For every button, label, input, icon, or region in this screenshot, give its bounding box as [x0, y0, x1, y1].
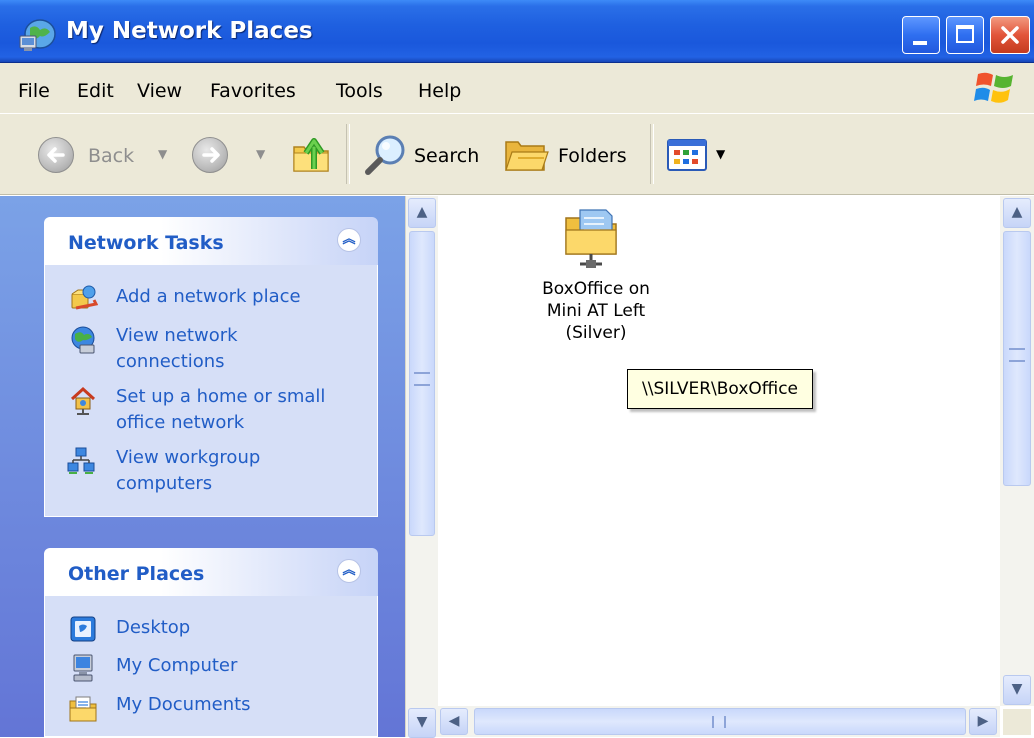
maximize-icon [956, 25, 974, 43]
minimize-button[interactable] [902, 16, 940, 54]
minimize-icon [913, 41, 927, 45]
content-scroll-left-button[interactable]: ◀ [440, 708, 468, 735]
forward-arrow-icon [202, 147, 220, 163]
grip-lines-icon [712, 716, 726, 728]
network-places-icon[interactable] [18, 18, 58, 54]
menu-tools[interactable]: Tools [336, 80, 383, 102]
close-icon [1001, 26, 1019, 44]
back-arrow-icon [47, 147, 65, 163]
task-view-workgroup-line1[interactable]: View workgroup [116, 445, 260, 471]
task-view-network-connections-line2[interactable]: connections [116, 349, 225, 375]
menu-view[interactable]: View [137, 80, 182, 102]
views-dropdown-icon[interactable]: ▼ [716, 147, 725, 161]
forward-dropdown-icon[interactable]: ▼ [256, 147, 265, 161]
task-add-network-place[interactable]: Add a network place [116, 284, 301, 310]
toolbar-separator [650, 124, 654, 184]
network-connections-icon[interactable] [68, 325, 98, 355]
task-view-workgroup-line2[interactable]: computers [116, 471, 212, 497]
task-pane-scroll-down-button[interactable]: ▼ [408, 708, 436, 738]
collapse-chevron-icon[interactable]: ︽ [337, 559, 361, 583]
grip-lines-icon [1009, 348, 1025, 362]
content-scroll-up-button[interactable]: ▲ [1003, 198, 1031, 228]
workgroup-icon[interactable] [66, 446, 96, 476]
grip-lines-icon [414, 372, 430, 386]
content-scroll-down-button[interactable]: ▼ [1003, 675, 1031, 705]
task-pane-scroll-up-button[interactable]: ▲ [408, 198, 436, 228]
views-icon[interactable] [666, 138, 712, 172]
close-button[interactable] [990, 16, 1030, 54]
menu-file[interactable]: File [18, 80, 50, 102]
back-button[interactable] [38, 137, 74, 173]
network-place-label-line3[interactable]: (Silver) [516, 322, 676, 344]
network-share-folder-icon[interactable] [560, 204, 626, 272]
network-place-label-line1[interactable]: BoxOffice on [516, 278, 676, 300]
collapse-chevron-icon[interactable]: ︽ [337, 228, 361, 252]
task-view-network-connections-line1[interactable]: View network [116, 323, 238, 349]
up-folder-icon[interactable] [290, 135, 334, 175]
network-place-label-line2[interactable]: Mini AT Left [516, 300, 676, 322]
network-place-label[interactable]: BoxOffice on Mini AT Left (Silver) [516, 278, 676, 344]
windows-logo-icon [974, 72, 1013, 103]
place-desktop[interactable]: Desktop [116, 615, 190, 641]
maximize-button[interactable] [946, 16, 984, 54]
folders-button-label[interactable]: Folders [558, 145, 627, 167]
task-setup-home-network-line2[interactable]: office network [116, 410, 244, 436]
folders-icon[interactable] [504, 136, 550, 174]
desktop-icon[interactable] [68, 614, 98, 644]
home-network-icon[interactable] [68, 385, 98, 415]
back-button-label[interactable]: Back [88, 145, 134, 167]
task-setup-home-network-line1[interactable]: Set up a home or small [116, 384, 325, 410]
add-network-place-icon[interactable] [68, 282, 98, 312]
search-button-label[interactable]: Search [414, 145, 479, 167]
my-documents-icon[interactable] [68, 693, 98, 723]
forward-button[interactable] [192, 137, 228, 173]
toolbar-separator [346, 124, 350, 184]
tooltip: \\SILVER\BoxOffice [627, 369, 813, 409]
resize-grip-icon[interactable] [1003, 709, 1031, 735]
place-my-computer[interactable]: My Computer [116, 653, 237, 679]
menu-help[interactable]: Help [418, 80, 461, 102]
window-title: My Network Places [66, 18, 313, 44]
back-dropdown-icon[interactable]: ▼ [158, 147, 167, 161]
file-list-area[interactable] [438, 196, 1000, 706]
other-places-title[interactable]: Other Places [68, 563, 204, 585]
menu-edit[interactable]: Edit [77, 80, 114, 102]
place-my-documents[interactable]: My Documents [116, 692, 251, 718]
content-scroll-right-button[interactable]: ▶ [969, 708, 997, 735]
my-computer-icon[interactable] [68, 653, 98, 683]
network-tasks-title[interactable]: Network Tasks [68, 232, 224, 254]
search-magnifier-icon[interactable] [362, 133, 408, 175]
menu-favorites[interactable]: Favorites [210, 80, 296, 102]
